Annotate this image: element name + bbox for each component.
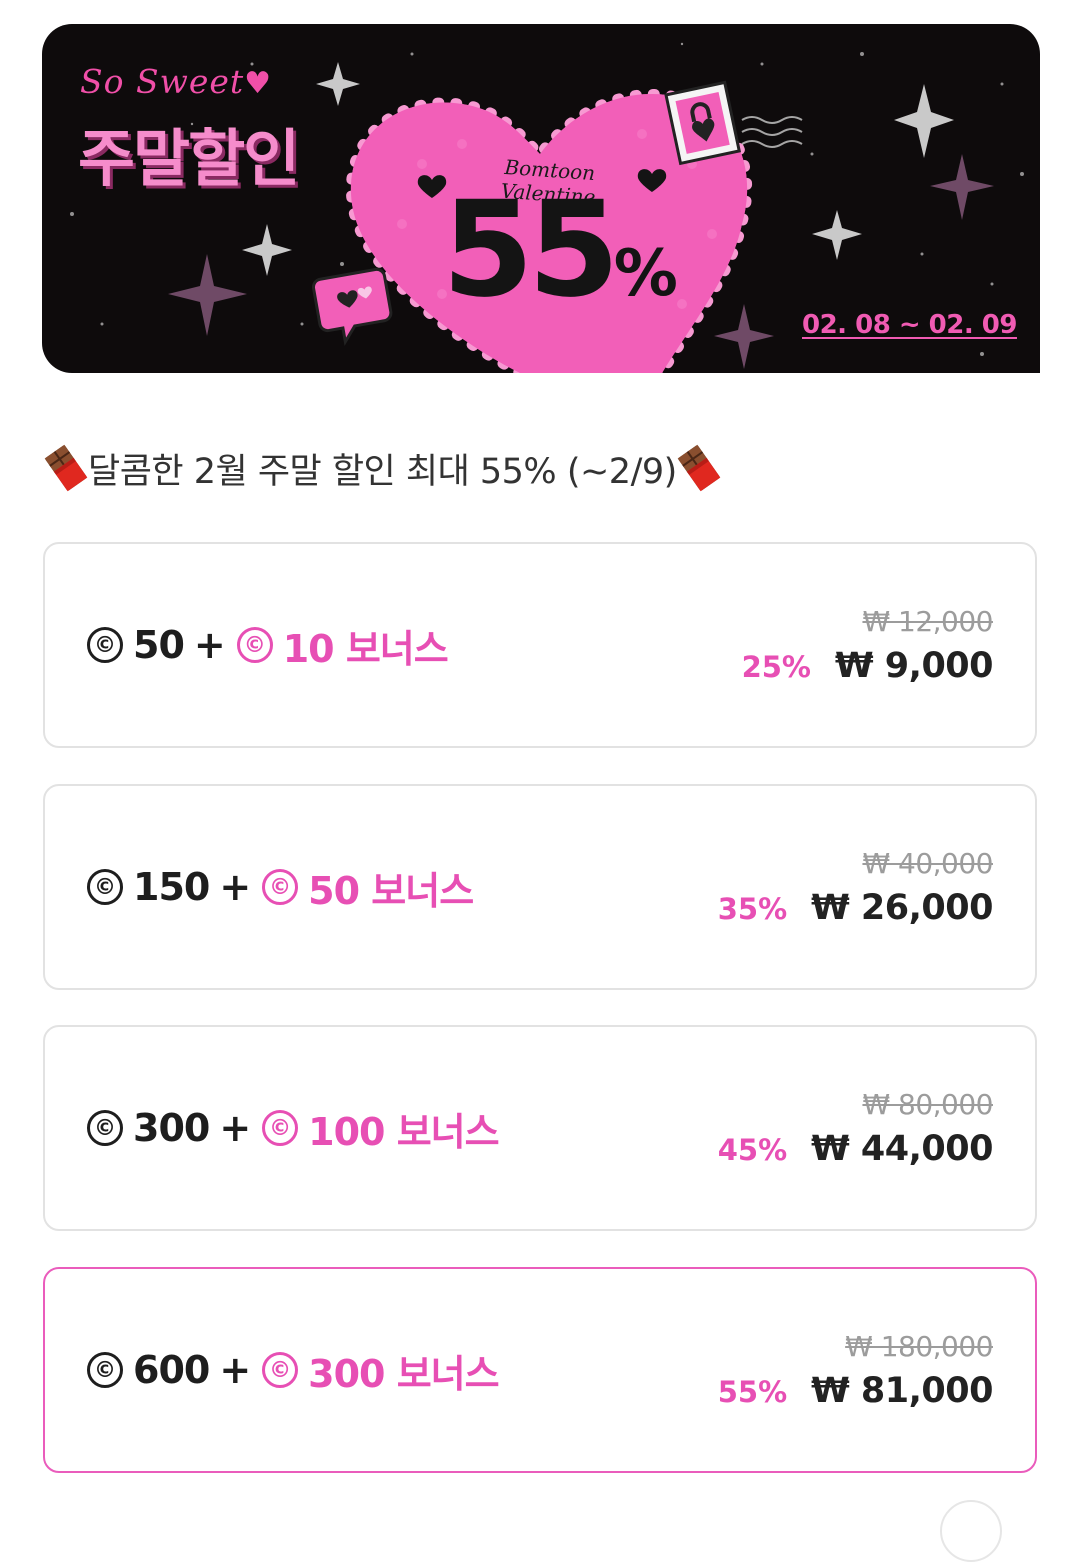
product-pricing: ₩ 12,000 25% ₩ 9,000: [741, 544, 994, 746]
bonus-coin-icon: ©: [262, 1352, 299, 1388]
bonus-coin-icon: ©: [262, 1110, 299, 1146]
sale-price: ₩ 9,000: [835, 645, 994, 686]
plus-sign: +: [219, 865, 251, 909]
price-row: 55% ₩ 81,000: [717, 1370, 994, 1411]
price-row: 25% ₩ 9,000: [741, 645, 994, 686]
base-coin-amount: 600: [133, 1348, 210, 1392]
promo-heading-text: 달콤한 2월 주말 할인 최대 55% (~2/9): [88, 451, 677, 492]
coin-icon: ©: [87, 1352, 123, 1388]
original-price: ₩ 40,000: [862, 846, 993, 880]
sale-price: ₩ 44,000: [811, 1128, 993, 1169]
original-price: ₩ 12,000: [862, 604, 993, 638]
scroll-top-button[interactable]: [940, 1500, 1002, 1562]
original-price: ₩ 80,000: [862, 1087, 993, 1121]
product-amount: © 600 + © 300 보너스: [87, 1269, 500, 1471]
banner-date-range: 02. 08 ~ 02. 09: [802, 310, 1017, 340]
chocolate-bar-icon: [677, 444, 721, 492]
product-pricing: ₩ 80,000 45% ₩ 44,000: [717, 1027, 994, 1229]
discount-rate: 35%: [717, 891, 788, 926]
sale-price: ₩ 81,000: [811, 1370, 993, 1411]
price-row: 35% ₩ 26,000: [717, 887, 994, 928]
product-pricing: ₩ 180,000 55% ₩ 81,000: [717, 1269, 994, 1471]
discount-rate: 25%: [741, 649, 811, 684]
product-card-150[interactable]: © 150 + © 50 보너스 ₩ 40,000 35% ₩ 26,000: [43, 784, 1037, 990]
base-coin-amount: 50: [133, 623, 185, 667]
sale-price: ₩ 26,000: [811, 887, 993, 928]
coin-icon: ©: [87, 1110, 123, 1146]
chocolate-bar-icon: [44, 444, 88, 492]
product-card-600-selected[interactable]: © 600 + © 300 보너스 ₩ 180,000 55% ₩ 81,000: [43, 1267, 1037, 1473]
base-coin-amount: 300: [133, 1106, 210, 1150]
product-card-50[interactable]: © 50 + © 10 보너스 ₩ 12,000 25% ₩ 9,000: [43, 542, 1037, 748]
chat-bubble-icon: [312, 267, 393, 347]
product-amount: © 300 + © 100 보너스: [87, 1027, 500, 1229]
bonus-amount: 10 보너스: [282, 626, 449, 671]
product-card-300[interactable]: © 300 + © 100 보너스 ₩ 80,000 45% ₩ 44,000: [43, 1025, 1037, 1231]
lock-stamp-icon: [664, 80, 742, 166]
promo-heading: 달콤한 2월 주말 할인 최대 55% (~2/9): [44, 440, 721, 496]
bonus-amount: 50 보너스: [308, 868, 474, 913]
discount-rate: 45%: [717, 1132, 788, 1167]
bonus-amount: 100 보너스: [308, 1109, 499, 1154]
banner-title: 주말할인: [78, 122, 300, 195]
coin-icon: ©: [87, 869, 123, 905]
plus-sign: +: [193, 623, 226, 667]
price-row: 45% ₩ 44,000: [717, 1128, 994, 1169]
bonus-coin-icon: ©: [236, 627, 273, 663]
plus-sign: +: [219, 1348, 251, 1392]
heart-icon: ♥: [244, 66, 273, 101]
promo-banner[interactable]: So Sweet♥ 주말할인 Bomtoon Valentine 55% 02.…: [42, 24, 1040, 373]
product-pricing: ₩ 40,000 35% ₩ 26,000: [717, 786, 994, 988]
banner-tagline: So Sweet♥: [80, 62, 273, 101]
banner-discount-percent: 55%: [442, 173, 678, 327]
discount-rate: 55%: [717, 1374, 788, 1409]
product-amount: © 50 + © 10 보너스: [87, 544, 449, 746]
original-price: ₩ 180,000: [845, 1329, 993, 1363]
bonus-amount: 300 보너스: [308, 1351, 499, 1396]
product-amount: © 150 + © 50 보너스: [87, 786, 474, 988]
base-coin-amount: 150: [133, 865, 210, 909]
coin-icon: ©: [87, 627, 123, 663]
plus-sign: +: [219, 1106, 251, 1150]
bonus-coin-icon: ©: [262, 869, 299, 905]
